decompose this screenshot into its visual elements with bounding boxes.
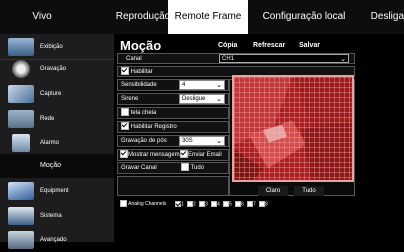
save-button[interactable]: Salvar [299,42,320,49]
notify-row: Mostrar mensagem Enviar Email [117,149,229,161]
page-title: Moção [120,38,162,53]
sensitivity-select[interactable]: 4 ⌄ [179,80,225,90]
analog-channels-row: Analog Channels 1 2 3 4 5 6 7 8 [117,198,404,210]
sidebar-item-rede[interactable]: Rede [0,107,114,131]
fullscreen-row: tela cheia [117,107,229,119]
enable-record-checkbox[interactable] [121,122,129,131]
show-message-checkbox-wrap[interactable]: Mostrar mensagem [120,150,180,161]
sidebar-item-label: Gravação [40,66,67,72]
analog-all-checkbox-wrap[interactable]: Analog Channels [120,198,166,210]
siren-select[interactable]: Desligue ⌄ [179,94,225,104]
tab-remote-frame[interactable]: Remote Frame [168,0,248,34]
film-reel-icon [12,60,30,78]
sidebar-item-sistema[interactable]: Sistema [0,204,114,228]
fullscreen-checkbox[interactable] [121,108,129,117]
show-message-checkbox[interactable] [120,150,128,159]
sidebar-item-exibicao[interactable]: Exibição [0,35,114,59]
analog-channels-label: Analog Channels [128,201,167,207]
channel-checkbox-6[interactable]: 6 [235,201,244,207]
sidebar-item-gravacao[interactable]: Gravação [0,57,114,81]
motion-grid-lines [234,77,352,180]
motion-grid[interactable] [232,75,354,182]
record-all-checkbox[interactable] [181,163,189,172]
channel-checkbox-1[interactable]: 1 [175,201,184,207]
sidebar-item-equipment[interactable]: Equipment [0,179,114,203]
sensitivity-value: 4 [182,82,186,88]
sensitivity-label: Sensibilidade [121,82,157,88]
send-email-checkbox[interactable] [180,150,188,159]
tab-vivo[interactable]: Vivo [0,0,84,34]
enable-label: Habilitar [130,69,153,75]
record-channel-row: Gravar Canal Tudo [117,162,229,174]
channel-value: CH1 [222,56,235,62]
channel-checkbox-8[interactable]: 8 [259,201,268,207]
alarm-icon [12,134,30,152]
sidebar-item-label: Exibição [40,44,63,50]
channel-checkbox-2[interactable]: 2 [187,201,196,207]
tab-desligar[interactable]: Desligar [364,0,404,34]
enable-record-row: Habilitar Registro [117,121,229,133]
clear-button[interactable]: Claro [258,186,288,196]
record-all-checkbox-wrap[interactable]: Tudo [181,163,204,174]
channel-select[interactable]: CH1 ⌄ [219,54,349,63]
copy-button[interactable]: Cópia [218,42,237,49]
post-record-value: 30S [182,138,193,144]
sidebar-item-label: Rede [40,116,55,122]
sidebar-item-label: Avançado [40,237,67,243]
record-channel-empty [117,176,229,196]
channel-checkbox-3[interactable]: 3 [199,201,208,207]
top-nav: Vivo Reprodução Remote Frame Configuraçã… [0,0,404,34]
siren-label: Sirene [121,96,139,102]
advanced-icon [8,231,34,249]
monitor-icon [8,38,34,56]
fullscreen-checkbox-wrap[interactable]: tela cheia [121,108,156,119]
sidebar-item-alarmo[interactable]: Alarmo [0,131,114,155]
chevron-down-icon: ⌄ [216,96,222,103]
chevron-down-icon: ⌄ [216,82,222,89]
sidebar-item-mocao[interactable]: Moção [0,154,114,178]
refresh-button[interactable]: Refrescar [253,42,285,49]
sidebar-item-label: Capture [40,91,62,97]
channel-label: Canal [126,56,142,62]
enable-checkbox[interactable] [121,67,129,76]
show-message-label: Mostrar mensagem [128,152,180,158]
chevron-down-icon: ⌄ [216,138,222,145]
select-all-button[interactable]: Tudo [294,186,324,196]
channel-checkbox-5[interactable]: 5 [223,201,232,207]
chevron-down-icon: ⌄ [340,56,346,63]
siren-value: Desligue [182,96,206,102]
channel-checkbox-7[interactable]: 7 [247,201,256,207]
sidebar-item-label: Equipment [40,188,69,194]
camera-capture-icon [8,85,34,103]
enable-checkbox-wrap[interactable]: Habilitar [121,67,153,78]
record-all-label: Tudo [190,165,205,171]
record-channel-label: Gravar Canal [121,165,157,171]
system-icon [8,207,34,225]
hard-drive-icon [8,182,34,200]
post-record-label: Gravação de pós [121,138,167,144]
channel-checkbox-4[interactable]: 4 [211,201,220,207]
tab-configuracao-local[interactable]: Configuração local [256,0,352,34]
enable-record-checkbox-wrap[interactable]: Habilitar Registro [121,122,177,133]
sidebar-item-label: Sistema [40,213,62,219]
post-record-select[interactable]: 30S ⌄ [179,136,225,146]
send-email-label: Enviar Email [188,152,222,158]
enable-record-label: Habilitar Registro [130,124,177,130]
sidebar-item-label: Moção [40,162,62,169]
fullscreen-label: tela cheia [130,110,157,116]
analog-all-checkbox[interactable] [120,200,127,208]
sidebar-item-label: Alarmo [40,140,60,146]
sidebar-item-avancado[interactable]: Avançado [0,228,114,252]
network-icon [8,110,34,128]
sidebar: Exibição Gravação Capture Rede Alarmo Mo… [0,34,114,249]
send-email-checkbox-wrap[interactable]: Enviar Email [180,150,222,161]
sidebar-item-capture[interactable]: Capture [0,82,114,106]
